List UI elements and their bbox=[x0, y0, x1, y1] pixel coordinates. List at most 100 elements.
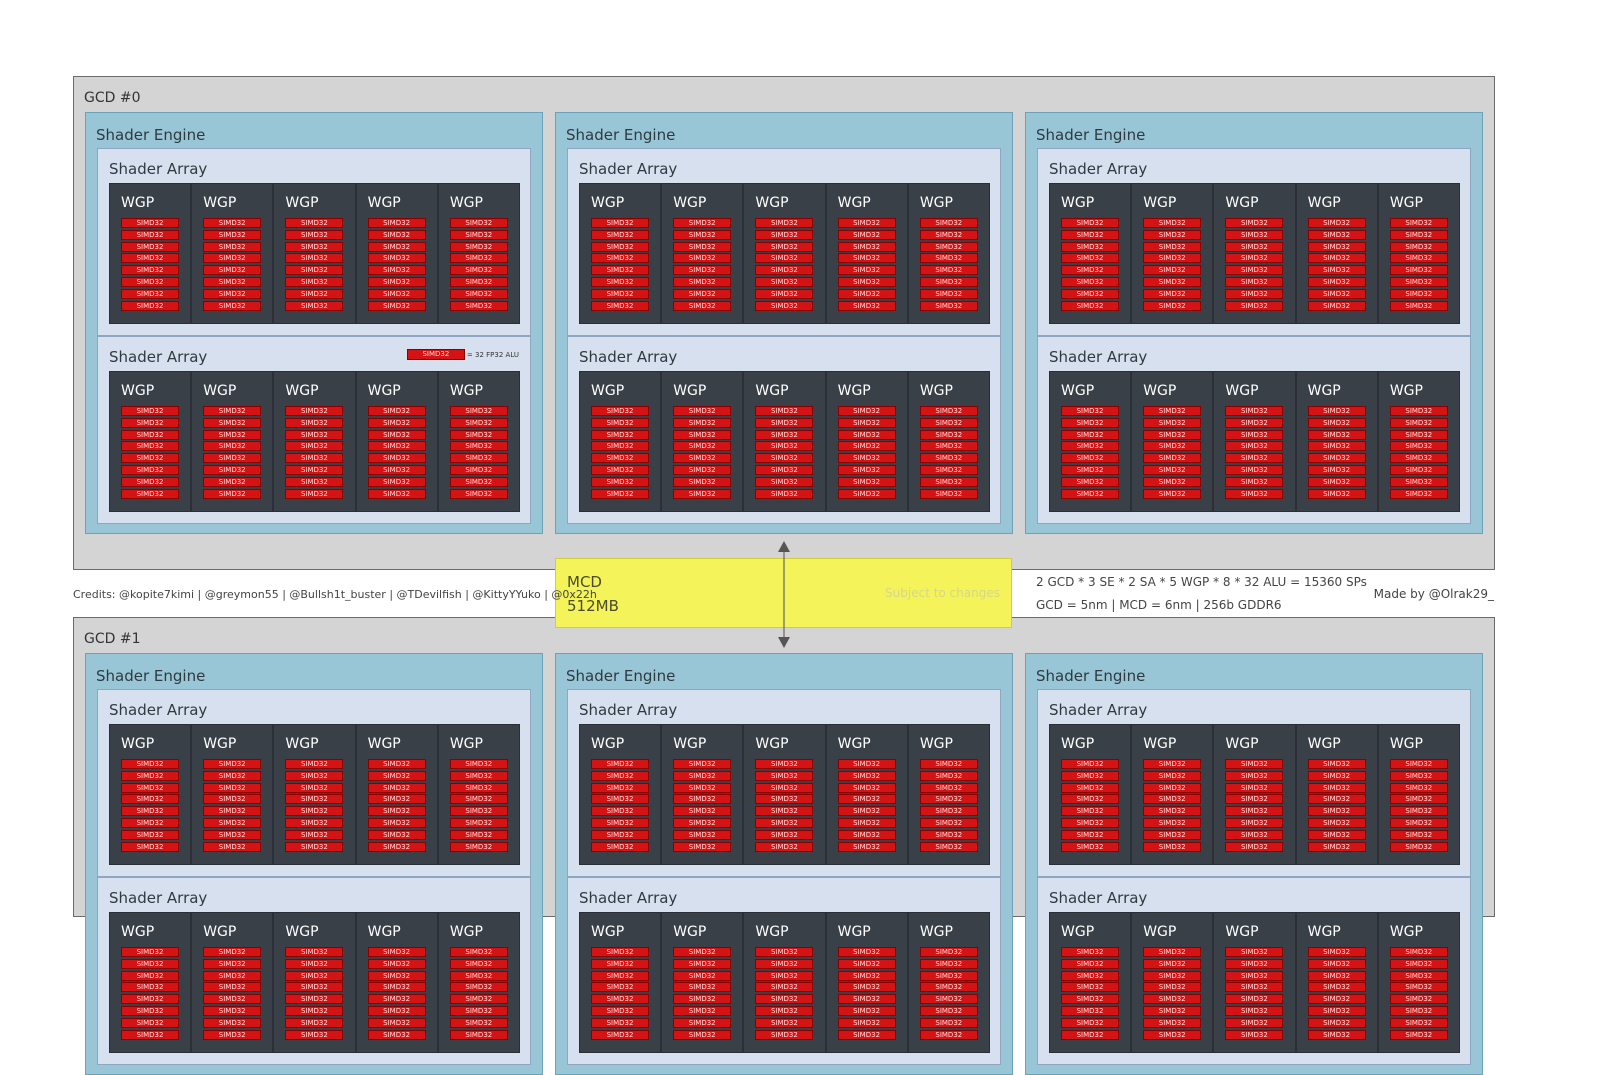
simd32-unit: SIMD32 bbox=[591, 994, 649, 1005]
simd32-unit: SIMD32 bbox=[121, 453, 179, 464]
simd32-unit: SIMD32 bbox=[673, 1005, 732, 1016]
simd32-unit: SIMD32 bbox=[1225, 464, 1284, 475]
simd-stack: SIMD32 SIMD32 SIMD32 SIMD32 SIMD32 SIMD32 SIMD… bbox=[1061, 759, 1119, 853]
simd32-unit: SIMD32 bbox=[1143, 970, 1202, 981]
simd32-unit: SIMD32 bbox=[1225, 782, 1284, 793]
wgp-label: WGP bbox=[449, 195, 483, 211]
simd32-unit: SIMD32 bbox=[449, 794, 508, 805]
simd32-unit: SIMD32 bbox=[1307, 770, 1366, 781]
simd-stack: SIMD32 SIMD32 SIMD32 SIMD32 SIMD32 SIMD32 SIMD… bbox=[1143, 947, 1202, 1041]
simd32-unit: SIMD32 bbox=[591, 300, 649, 311]
simd32-unit: SIMD32 bbox=[367, 782, 426, 793]
simd-stack: SIMD32 SIMD32 SIMD32 SIMD32 SIMD32 SIMD32 SIMD… bbox=[449, 947, 508, 1041]
simd32-unit: SIMD32 bbox=[1389, 265, 1448, 276]
simd-stack: SIMD32 SIMD32 SIMD32 SIMD32 SIMD32 SIMD32 SIMD… bbox=[919, 218, 978, 312]
simd32-unit: SIMD32 bbox=[1061, 406, 1119, 416]
simd32-unit: SIMD32 bbox=[203, 759, 262, 769]
simd32-unit: SIMD32 bbox=[203, 1029, 262, 1040]
simd32-unit: SIMD32 bbox=[673, 982, 732, 993]
simd-stack: SIMD32 SIMD32 SIMD32 SIMD32 SIMD32 SIMD32 SIMD… bbox=[591, 406, 649, 500]
wgp: WGP SIMD32 SIMD32 SIMD32 SIMD32 SIMD32 SIMD32 S… bbox=[1132, 725, 1215, 864]
simd32-unit: SIMD32 bbox=[285, 982, 344, 993]
simd32-unit: SIMD32 bbox=[285, 994, 344, 1005]
simd32-unit: SIMD32 bbox=[919, 817, 978, 828]
simd-stack: SIMD32 SIMD32 SIMD32 SIMD32 SIMD32 SIMD32 SIMD… bbox=[1389, 947, 1448, 1041]
wgp: WGP SIMD32 SIMD32 SIMD32 SIMD32 SIMD32 SIMD32 S… bbox=[110, 725, 193, 864]
simd32-unit: SIMD32 bbox=[285, 958, 344, 969]
shader-array-label: Shader Array bbox=[1049, 701, 1148, 719]
wgp: WGP SIMD32 SIMD32 SIMD32 SIMD32 SIMD32 SIMD32 S… bbox=[1379, 372, 1459, 511]
simd-stack: SIMD32 SIMD32 SIMD32 SIMD32 SIMD32 SIMD32 SIMD… bbox=[1389, 218, 1448, 312]
process-text: GCD = 5nm | MCD = 6nm | 256b GDDR6 bbox=[1036, 598, 1282, 612]
simd32-unit: SIMD32 bbox=[285, 406, 344, 416]
simd32-unit: SIMD32 bbox=[1143, 770, 1202, 781]
shader-array: Shader Array WGP SIMD32 SIMD32 SIMD32 SIMD32 S… bbox=[97, 877, 531, 1065]
wgp-label: WGP bbox=[1307, 383, 1341, 399]
wgp: WGP SIMD32 SIMD32 SIMD32 SIMD32 SIMD32 SIMD32 S… bbox=[662, 725, 745, 864]
simd32-unit: SIMD32 bbox=[1225, 218, 1284, 228]
simd32-unit: SIMD32 bbox=[1225, 947, 1284, 957]
simd32-unit: SIMD32 bbox=[755, 218, 814, 228]
simd32-unit: SIMD32 bbox=[449, 958, 508, 969]
simd-stack: SIMD32 SIMD32 SIMD32 SIMD32 SIMD32 SIMD32 SIMD… bbox=[121, 406, 179, 500]
wgp-label: WGP bbox=[449, 924, 483, 940]
wgp: WGP SIMD32 SIMD32 SIMD32 SIMD32 SIMD32 SIMD32 S… bbox=[439, 725, 519, 864]
shader-engine-label: Shader Engine bbox=[566, 126, 676, 144]
simd32-unit: SIMD32 bbox=[1225, 1005, 1284, 1016]
wgp: WGP SIMD32 SIMD32 SIMD32 SIMD32 SIMD32 SIMD32 S… bbox=[357, 372, 439, 511]
simd32-unit: SIMD32 bbox=[673, 453, 732, 464]
simd32-unit: SIMD32 bbox=[755, 265, 814, 276]
simd32-unit: SIMD32 bbox=[1061, 476, 1119, 487]
simd32-unit: SIMD32 bbox=[367, 417, 426, 428]
shader-engine-label: Shader Engine bbox=[96, 126, 206, 144]
simd32-unit: SIMD32 bbox=[449, 265, 508, 276]
simd32-unit: SIMD32 bbox=[285, 1005, 344, 1016]
simd32-unit: SIMD32 bbox=[285, 429, 344, 440]
simd32-unit: SIMD32 bbox=[591, 759, 649, 769]
simd32-unit: SIMD32 bbox=[1307, 1017, 1366, 1028]
simd32-unit: SIMD32 bbox=[1143, 1017, 1202, 1028]
wgp-row: WGP SIMD32 SIMD32 SIMD32 SIMD32 SIMD32 SIMD32 S… bbox=[109, 371, 520, 512]
simd32-unit: SIMD32 bbox=[1061, 241, 1119, 252]
wgp-row: WGP SIMD32 SIMD32 SIMD32 SIMD32 SIMD32 SIMD32 S… bbox=[1049, 183, 1460, 324]
simd-stack: SIMD32 SIMD32 SIMD32 SIMD32 SIMD32 SIMD32 SIMD… bbox=[121, 947, 179, 1041]
simd32-unit: SIMD32 bbox=[591, 288, 649, 299]
simd32-unit: SIMD32 bbox=[1307, 841, 1366, 852]
wgp-row: WGP SIMD32 SIMD32 SIMD32 SIMD32 SIMD32 SIMD32 S… bbox=[1049, 371, 1460, 512]
simd32-unit: SIMD32 bbox=[591, 218, 649, 228]
simd32-unit: SIMD32 bbox=[673, 782, 732, 793]
simd32-unit: SIMD32 bbox=[591, 406, 649, 416]
simd32-unit: SIMD32 bbox=[755, 241, 814, 252]
wgp: WGP SIMD32 SIMD32 SIMD32 SIMD32 SIMD32 SIMD32 S… bbox=[1050, 725, 1133, 864]
simd32-unit: SIMD32 bbox=[1307, 958, 1366, 969]
simd32-unit: SIMD32 bbox=[121, 1029, 179, 1040]
wgp-label: WGP bbox=[203, 195, 237, 211]
simd32-unit: SIMD32 bbox=[673, 488, 732, 499]
simd32-unit: SIMD32 bbox=[449, 453, 508, 464]
shader-array: Shader Array WGP SIMD32 SIMD32 SIMD32 SIMD32 S… bbox=[1037, 877, 1471, 1065]
simd-stack: SIMD32 SIMD32 SIMD32 SIMD32 SIMD32 SIMD32 SIMD… bbox=[673, 406, 732, 500]
simd32-unit: SIMD32 bbox=[919, 300, 978, 311]
shader-engine-label: Shader Engine bbox=[1036, 126, 1146, 144]
simd32-unit: SIMD32 bbox=[837, 417, 896, 428]
wgp-row: WGP SIMD32 SIMD32 SIMD32 SIMD32 SIMD32 SIMD32 S… bbox=[109, 183, 520, 324]
simd32-unit: SIMD32 bbox=[121, 1005, 179, 1016]
simd32-unit: SIMD32 bbox=[919, 453, 978, 464]
simd32-unit: SIMD32 bbox=[1143, 441, 1202, 452]
simd-stack: SIMD32 SIMD32 SIMD32 SIMD32 SIMD32 SIMD32 SIMD… bbox=[1143, 759, 1202, 853]
wgp-row: WGP SIMD32 SIMD32 SIMD32 SIMD32 SIMD32 SIMD32 S… bbox=[579, 724, 990, 865]
simd32-unit: SIMD32 bbox=[367, 453, 426, 464]
simd32-unit: SIMD32 bbox=[1225, 229, 1284, 240]
simd32-unit: SIMD32 bbox=[837, 841, 896, 852]
wgp: WGP SIMD32 SIMD32 SIMD32 SIMD32 SIMD32 SIMD32 S… bbox=[580, 913, 663, 1052]
simd32-unit: SIMD32 bbox=[367, 1005, 426, 1016]
shader-engine-label: Shader Engine bbox=[566, 667, 676, 685]
shader-array: Shader Array WGP SIMD32 SIMD32 SIMD32 SIMD32 S… bbox=[567, 336, 1001, 524]
simd-legend: SIMD32 = 32 FP32 ALU bbox=[406, 349, 519, 360]
wgp: WGP SIMD32 SIMD32 SIMD32 SIMD32 SIMD32 SIMD32 S… bbox=[909, 725, 989, 864]
simd32-unit: SIMD32 bbox=[1389, 982, 1448, 993]
simd-stack: SIMD32 SIMD32 SIMD32 SIMD32 SIMD32 SIMD32 SIMD… bbox=[1143, 218, 1202, 312]
simd32-unit: SIMD32 bbox=[121, 770, 179, 781]
simd32-unit: SIMD32 bbox=[367, 488, 426, 499]
wgp-label: WGP bbox=[1143, 195, 1177, 211]
